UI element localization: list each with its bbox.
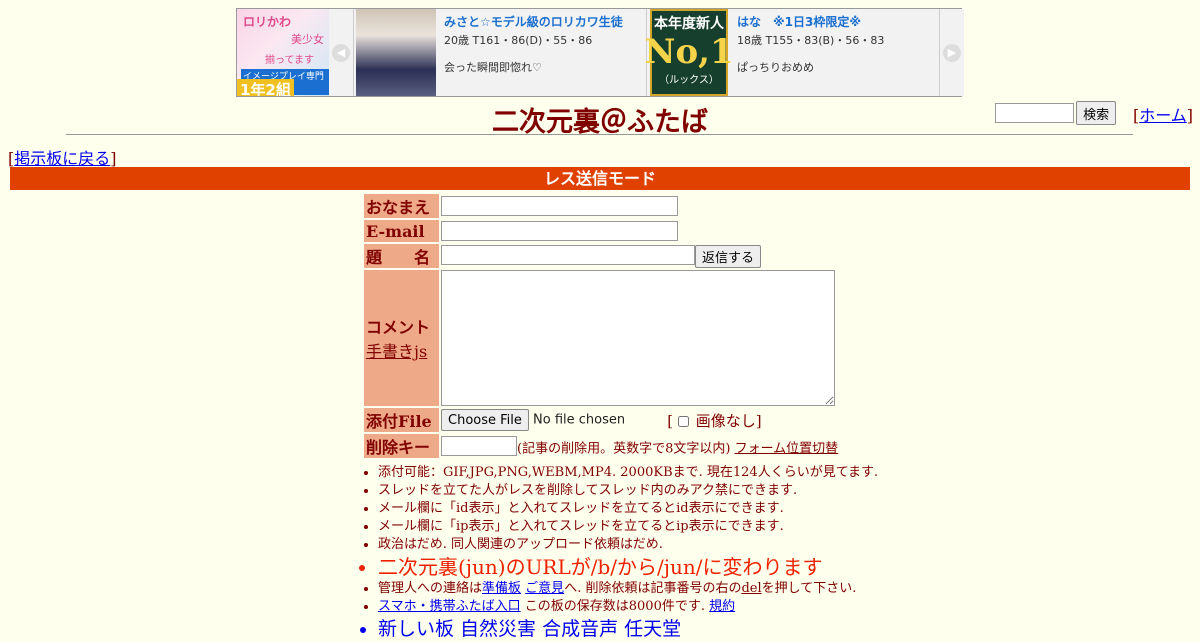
rules-link[interactable]: 規約	[709, 599, 735, 614]
ad-left-line3: 揃ってます	[265, 55, 314, 66]
ad-left-line2: 美少女	[291, 33, 324, 46]
contact-suffix: を押して下さい.	[761, 581, 857, 596]
search-input[interactable]	[995, 103, 1074, 123]
list-item: メール欄に「id表示」と入れてスレッドを立てるとid表示にできます.	[378, 500, 938, 518]
back-nav: [掲示板に戻る]	[8, 145, 117, 169]
search-box: 検索	[995, 101, 1117, 125]
ad-left-banner-image[interactable]: ロリかわ 美少女 揃ってます イメージプレイ専門店 1年2組	[237, 9, 329, 96]
feedback-link[interactable]: ご意見	[525, 581, 564, 596]
no-image-label: 画像なし	[695, 411, 756, 430]
ad-badge-middle: No,1	[644, 32, 734, 72]
email-field[interactable]	[441, 221, 678, 241]
home-bracket-close: ]	[1186, 106, 1194, 125]
url-change-notice: 二次元裏(jun)のURLが/b/から/jun/に変わります	[378, 554, 938, 580]
ad-banner[interactable]: ロリかわ 美少女 揃ってます イメージプレイ専門店 1年2組 ◀ みさと☆モデル…	[236, 8, 964, 97]
comment-label: コメント	[366, 318, 431, 337]
ad-prev-button[interactable]: ◀	[329, 9, 354, 96]
ad-photo	[356, 9, 436, 96]
ad-item-stats: 18歳 T155・83(B)・56・83	[737, 34, 885, 47]
ad-badge-top: 本年度新人	[654, 16, 724, 32]
ad-left-line5: 1年2組	[237, 79, 294, 96]
file-label: 添付File	[364, 408, 439, 432]
ad-item-stats: 20歳 T161・86(D)・55・86	[444, 34, 593, 47]
ad-next-button[interactable]: ▶	[939, 9, 964, 96]
back-to-board-link[interactable]: 掲示板に戻る	[14, 149, 110, 168]
file-status: No file chosen	[533, 412, 626, 428]
email-label: E-mail	[364, 220, 439, 242]
noimg-bracket-close: ]	[755, 411, 762, 430]
ad-item[interactable]: 本年度新人 No,1 （ルックス） はな ※1日3枠限定※ 18歳 T155・8…	[644, 9, 940, 96]
list-item: 添付可能：GIF,JPG,PNG,WEBM,MP4. 2000KBまで. 現在1…	[378, 464, 938, 482]
list-item: メール欄に「ip表示」と入れてスレッドを立てるとip表示にできます.	[378, 518, 938, 536]
mobile-entry-link[interactable]: スマホ・携帯ふたば入口	[378, 599, 521, 614]
ad-item-message: 会った瞬間即惚れ♡	[444, 61, 542, 74]
back-bracket-close: ]	[110, 149, 117, 168]
storage-note: この板の保存数は8000件です.	[520, 599, 710, 614]
contact-middle: へ. 削除依頼は記事番号の右の	[564, 581, 742, 596]
name-field[interactable]	[441, 196, 678, 216]
rules-list: 添付可能：GIF,JPG,PNG,WEBM,MP4. 2000KBまで. 現在1…	[360, 464, 938, 642]
delete-key-label: 削除キー	[364, 434, 439, 458]
noimg-bracket-open: [	[667, 411, 674, 430]
post-form: おなまえ E-mail 題 名 返信する コメント 手書きjs 添付File C…	[362, 192, 840, 460]
del-text: del	[741, 581, 762, 596]
divider	[66, 134, 1133, 135]
ad-left-line1: ロリかわ	[243, 15, 292, 29]
submit-reply-button[interactable]: 返信する	[695, 244, 762, 268]
ad-item-name[interactable]: みさと☆モデル級のロリカワ生徒	[444, 13, 642, 30]
no-image-option: [ 画像なし]	[667, 412, 761, 430]
list-item: スマホ・携帯ふたば入口 この板の保存数は8000件です. 規約	[378, 598, 938, 616]
name-label: おなまえ	[364, 194, 439, 218]
form-position-toggle-link[interactable]: フォーム位置切替	[735, 441, 839, 456]
list-item: 政治はだめ. 同人関連のアップロード依頼はだめ.	[378, 536, 938, 554]
ad-item[interactable]: みさと☆モデル級のロリカワ生徒 20歳 T161・86(D)・55・86 会った…	[354, 9, 647, 96]
home-link[interactable]: ホーム	[1139, 106, 1187, 125]
reply-mode-bar: レス送信モード	[10, 167, 1190, 190]
ad-badge-image: 本年度新人 No,1 （ルックス）	[644, 9, 734, 96]
ad-item-message: ぱっちりおめめ	[737, 61, 814, 74]
delete-key-field[interactable]	[441, 435, 517, 456]
subject-field[interactable]	[441, 245, 695, 265]
ad-badge-bottom: （ルックス）	[659, 75, 719, 86]
contact-prefix: 管理人への連絡は	[378, 581, 483, 596]
delete-key-note: (記事の削除用。英数字で8文字以内)	[517, 441, 731, 457]
handwrite-link[interactable]: 手書きjs	[366, 342, 427, 361]
list-item: スレッドを立てた人がレスを削除してスレッド内のみアク禁にできます.	[378, 482, 938, 500]
comment-label-cell: コメント 手書きjs	[364, 270, 439, 406]
new-boards-notice[interactable]: 新しい板 自然災害 合成音声 任天堂	[378, 616, 938, 642]
ad-item-name[interactable]: はな ※1日3枠限定※	[737, 13, 935, 30]
choose-file-button[interactable]: Choose File	[441, 409, 529, 431]
list-item: 管理人への連絡は準備板 ご意見へ. 削除依頼は記事番号の右のdelを押して下さい…	[378, 580, 938, 598]
no-image-checkbox[interactable]	[677, 416, 689, 427]
subject-label: 題 名	[364, 244, 439, 268]
chevron-right-icon: ▶	[943, 43, 961, 62]
comment-textarea[interactable]	[441, 270, 835, 406]
prep-board-link[interactable]: 準備板	[482, 581, 521, 596]
chevron-left-icon: ◀	[332, 43, 350, 62]
home-nav: [ホーム]	[1133, 102, 1193, 126]
search-button[interactable]: 検索	[1076, 101, 1117, 125]
